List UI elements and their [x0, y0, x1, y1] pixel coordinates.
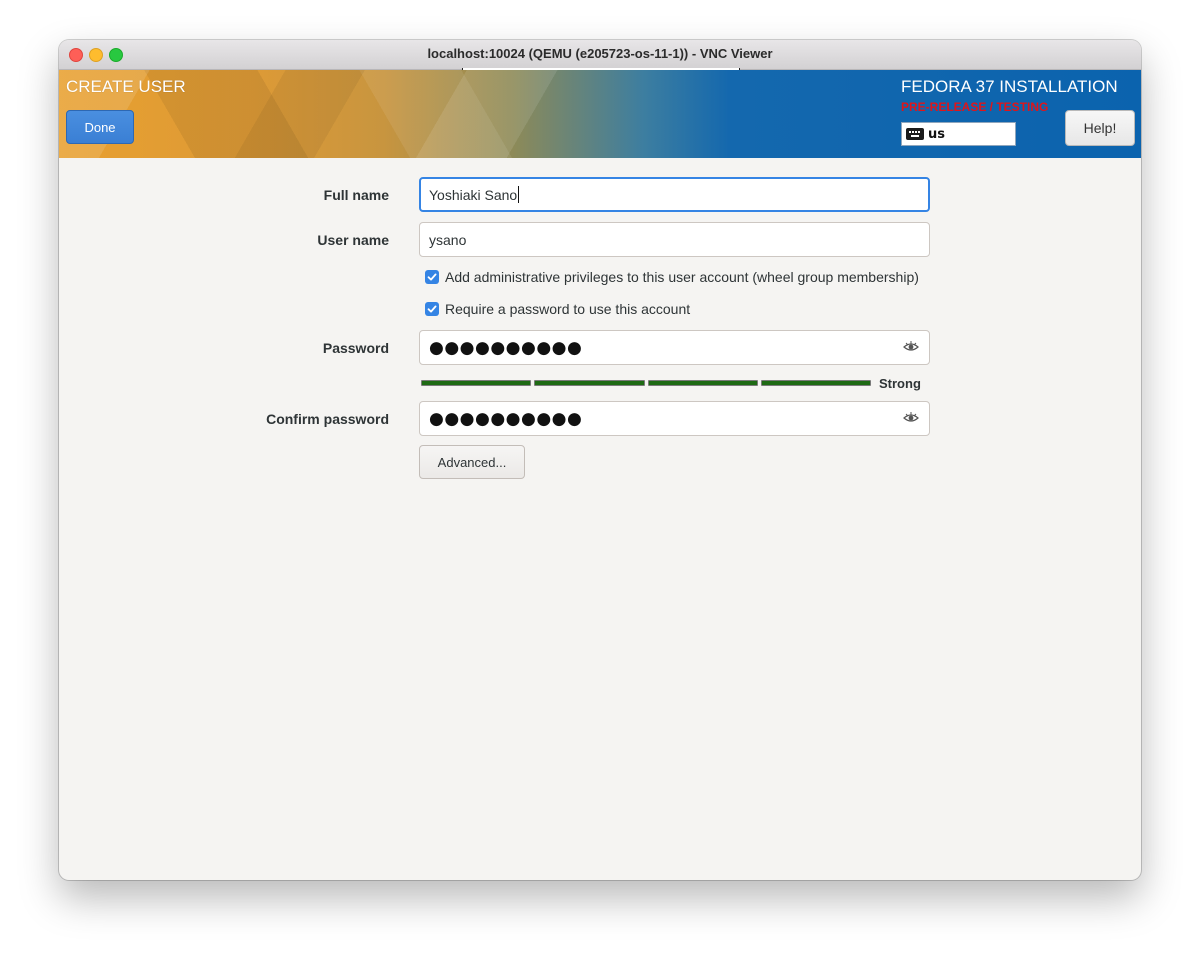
done-button[interactable]: Done: [66, 110, 134, 144]
prerelease-warning: PRE-RELEASE / TESTING: [901, 100, 1049, 114]
admin-privileges-label: Add administrative privileges to this us…: [445, 269, 919, 285]
require-password-label: Require a password to use this account: [445, 301, 691, 317]
user-name-field[interactable]: ysano: [419, 222, 930, 257]
strength-segment: [421, 380, 532, 386]
keyboard-layout-label: us: [928, 126, 945, 142]
strength-segment: [647, 380, 758, 386]
strength-segment: [760, 380, 871, 386]
password-label: Password: [322, 340, 389, 356]
create-user-form: Full name Yoshiaki Sano User name ysano …: [59, 158, 1141, 880]
confirm-password-masked-value: ●●●●●●●●●●: [429, 408, 583, 429]
product-title: FEDORA 37 INSTALLATION: [901, 77, 1118, 96]
vnc-viewer-window: localhost:10024 (QEMU (e205723-os-11-1))…: [59, 40, 1141, 880]
installer-header-banner: CREATE USER Done FEDORA 37 INSTALLATION …: [59, 70, 1141, 158]
full-name-label: Full name: [323, 187, 389, 203]
require-password-checkbox[interactable]: [425, 302, 439, 316]
checkmark-icon: [427, 273, 437, 281]
keyboard-icon: [906, 128, 924, 140]
strength-segment: [534, 380, 645, 386]
window-titlebar[interactable]: localhost:10024 (QEMU (e205723-os-11-1))…: [59, 40, 1141, 72]
checkmark-icon: [427, 305, 437, 313]
show-password-eye-icon[interactable]: [903, 410, 919, 426]
user-name-value: ysano: [429, 231, 467, 248]
user-name-label: User name: [317, 232, 389, 248]
confirm-password-field[interactable]: ●●●●●●●●●●: [419, 401, 930, 436]
password-field[interactable]: ●●●●●●●●●●: [419, 330, 930, 365]
admin-privileges-checkbox[interactable]: [425, 270, 439, 284]
full-name-value: Yoshiaki Sano: [429, 186, 518, 203]
admin-privileges-checkbox-row[interactable]: Add administrative privileges to this us…: [425, 269, 919, 285]
password-masked-value: ●●●●●●●●●●: [429, 337, 583, 358]
password-strength-label: Strong: [879, 376, 921, 391]
password-strength-meter: [421, 380, 871, 386]
page-title: CREATE USER: [66, 77, 186, 96]
confirm-password-label: Confirm password: [266, 411, 389, 427]
text-caret: [518, 186, 520, 203]
show-password-eye-icon[interactable]: [903, 339, 919, 355]
window-title: localhost:10024 (QEMU (e205723-os-11-1))…: [427, 46, 773, 61]
advanced-button[interactable]: Advanced...: [419, 445, 525, 479]
require-password-checkbox-row[interactable]: Require a password to use this account: [425, 301, 690, 317]
keyboard-layout-indicator[interactable]: us: [901, 122, 1016, 146]
full-name-field[interactable]: Yoshiaki Sano: [419, 177, 930, 212]
help-button[interactable]: Help!: [1065, 110, 1135, 146]
